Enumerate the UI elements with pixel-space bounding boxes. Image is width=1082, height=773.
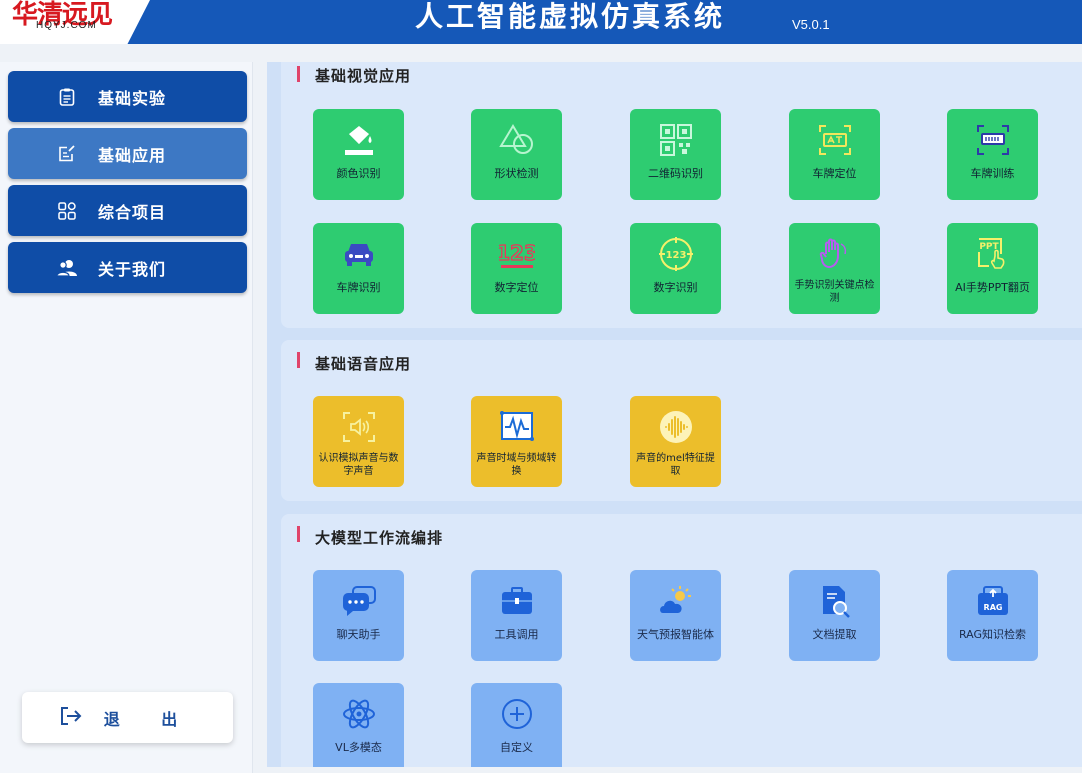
sidebar: 基础实验 基础应用 综合项目 关于我们 退 出 xyxy=(0,62,253,773)
logout-icon xyxy=(60,706,82,730)
section-title: 基础视觉应用 xyxy=(315,67,412,85)
tile-chat-assistant[interactable]: 聊天助手 xyxy=(313,570,404,661)
tile-label: 车牌训练 xyxy=(970,167,1015,180)
app-header: 华清远见 HQYJ.COM 人工智能虚拟仿真系统 V5.0.1 xyxy=(0,0,1082,44)
chat-icon xyxy=(340,582,377,619)
sidebar-item-label: 关于我们 xyxy=(98,259,167,279)
tile-plate-recognition[interactable]: 车牌识别 xyxy=(313,223,404,314)
number-target-icon: 123 xyxy=(657,235,694,272)
tile-tool-calling[interactable]: 工具调用 xyxy=(471,570,562,661)
sidebar-item-label: 基础实验 xyxy=(98,88,167,108)
section-basic-vision: 基础视觉应用 颜色识别 形状检测 二维码识别 车牌定位 车牌训练 车牌识别 12… xyxy=(281,62,1082,328)
plate-train-icon xyxy=(974,121,1011,158)
tile-ai-gesture-ppt[interactable]: PPT AI手势PPT翻页 xyxy=(947,223,1038,314)
ppt-gesture-icon: PPT xyxy=(974,235,1011,272)
plus-circle-icon xyxy=(498,695,535,732)
sound-scan-icon xyxy=(340,408,377,445)
version-label: V5.0.1 xyxy=(792,17,830,32)
tile-label: RAG知识检索 xyxy=(958,628,1027,641)
document-search-icon xyxy=(816,582,853,619)
tile-hand-keypoint-detection[interactable]: 手势识别关键点检测 xyxy=(789,223,880,314)
tile-label: 文档提取 xyxy=(812,628,857,641)
tile-label: VL多模态 xyxy=(335,741,382,754)
svg-text:123: 123 xyxy=(499,241,535,265)
tile-label: 二维码识别 xyxy=(648,167,703,180)
tile-digit-recognition[interactable]: 123 数字识别 xyxy=(630,223,721,314)
tile-shape-detection[interactable]: 形状检测 xyxy=(471,109,562,200)
tile-label: 聊天助手 xyxy=(336,628,381,641)
section-llm-workflow: 大模型工作流编排 聊天助手 工具调用 天气预报智能体 文档提取 RAG RAG知… xyxy=(281,514,1082,767)
users-icon xyxy=(56,257,78,279)
tile-plate-localization[interactable]: 车牌定位 xyxy=(789,109,880,200)
paint-bucket-icon xyxy=(340,121,377,158)
logout-button[interactable]: 退 出 xyxy=(22,692,233,743)
tile-plate-training[interactable]: 车牌训练 xyxy=(947,109,1038,200)
tile-label: 数字定位 xyxy=(494,281,539,294)
section-marker xyxy=(297,526,300,542)
tile-label: 声音时域与频域转换 xyxy=(476,453,557,477)
qr-code-icon xyxy=(657,121,694,158)
sidebar-item-label: 综合项目 xyxy=(98,202,167,222)
number-123-icon: 123 xyxy=(498,235,535,272)
tile-label: 工具调用 xyxy=(494,628,539,641)
audio-circle-icon xyxy=(657,408,694,445)
tile-label: 声音的mel特征提取 xyxy=(636,453,715,477)
rag-icon: RAG xyxy=(974,582,1011,619)
tile-label: 形状检测 xyxy=(494,167,539,180)
tile-label: AI手势PPT翻页 xyxy=(955,281,1030,294)
tile-label: 手势识别关键点检测 xyxy=(794,280,875,304)
atom-icon xyxy=(340,695,377,732)
tile-mel-feature[interactable]: 声音的mel特征提取 xyxy=(630,396,721,487)
sidebar-item-about-us[interactable]: 关于我们 xyxy=(8,242,247,293)
section-marker xyxy=(297,352,300,368)
tile-rag-retrieval[interactable]: RAG RAG知识检索 xyxy=(947,570,1038,661)
document-icon xyxy=(56,86,78,108)
tile-qr-code-recognition[interactable]: 二维码识别 xyxy=(630,109,721,200)
tile-label: 颜色识别 xyxy=(336,167,381,180)
tile-label: 认识模拟声音与数字声音 xyxy=(318,453,399,477)
edit-note-icon xyxy=(56,143,78,165)
app-title: 人工智能虚拟仿真系统 xyxy=(415,0,726,33)
tile-time-frequency[interactable]: 声音时域与频域转换 xyxy=(471,396,562,487)
tile-label: 数字识别 xyxy=(653,281,698,294)
hand-gesture-icon xyxy=(816,235,853,272)
tile-label: 自定义 xyxy=(500,741,533,754)
tile-custom[interactable]: 自定义 xyxy=(471,683,562,767)
logout-label: 退 出 xyxy=(103,709,196,729)
logo-subtext: HQYJ.COM xyxy=(36,20,97,31)
sidebar-item-label: 基础应用 xyxy=(98,145,167,165)
sidebar-item-integrated-projects[interactable]: 综合项目 xyxy=(8,185,247,236)
svg-text:RAG: RAG xyxy=(983,603,1002,612)
svg-text:123: 123 xyxy=(665,250,686,261)
weather-icon xyxy=(657,582,694,619)
section-marker xyxy=(297,66,300,82)
section-basic-audio: 基础语音应用 认识模拟声音与数字声音 声音时域与频域转换 声音的mel特征提取 xyxy=(281,340,1082,501)
tile-vl-multimodal[interactable]: VL多模态 xyxy=(313,683,404,767)
car-icon xyxy=(340,235,377,272)
tile-document-extraction[interactable]: 文档提取 xyxy=(789,570,880,661)
logo: 华清远见 HQYJ.COM xyxy=(0,0,150,44)
plate-scan-icon xyxy=(816,121,853,158)
tile-color-recognition[interactable]: 颜色识别 xyxy=(313,109,404,200)
tile-label: 天气预报智能体 xyxy=(637,628,714,641)
tile-analog-digital-sound[interactable]: 认识模拟声音与数字声音 xyxy=(313,396,404,487)
main-content: 基础视觉应用 颜色识别 形状检测 二维码识别 车牌定位 车牌训练 车牌识别 12… xyxy=(267,62,1082,767)
tile-digit-localization[interactable]: 123 数字定位 xyxy=(471,223,562,314)
section-title: 大模型工作流编排 xyxy=(315,529,444,547)
sidebar-item-basic-experiments[interactable]: 基础实验 xyxy=(8,71,247,122)
tile-weather-agent[interactable]: 天气预报智能体 xyxy=(630,570,721,661)
waveform-icon xyxy=(498,408,535,445)
tile-label: 车牌识别 xyxy=(336,281,381,294)
section-title: 基础语音应用 xyxy=(315,355,412,373)
tile-label: 车牌定位 xyxy=(812,167,857,180)
toolbox-icon xyxy=(498,582,535,619)
grid-apps-icon xyxy=(56,200,78,222)
shapes-icon xyxy=(498,121,535,158)
sidebar-item-basic-applications[interactable]: 基础应用 xyxy=(8,128,247,179)
